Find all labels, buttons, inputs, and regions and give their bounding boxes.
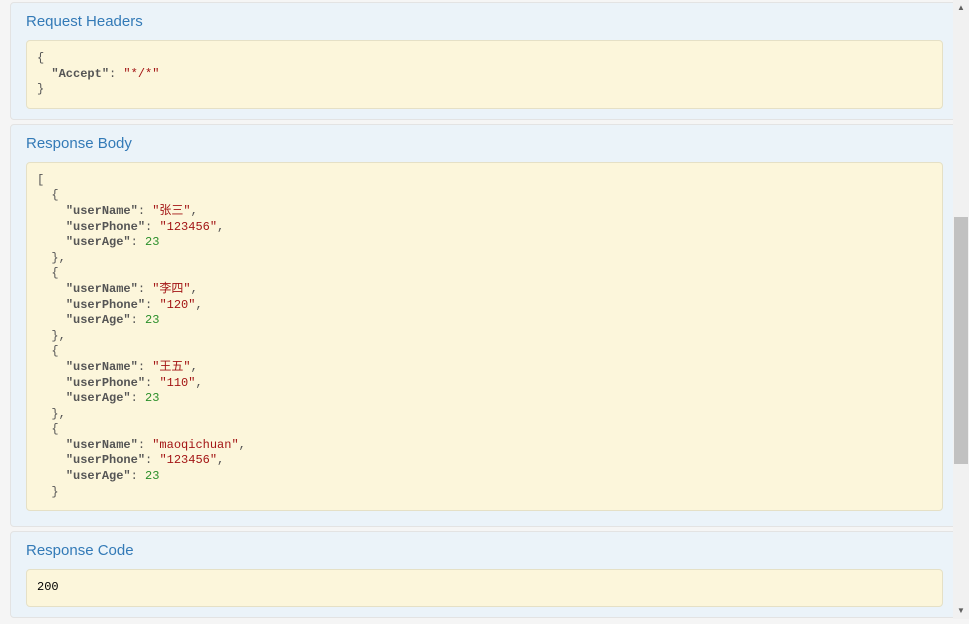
response-body-code[interactable]: [ { "userName": "张三", "userPhone": "1234… — [26, 162, 943, 511]
request-headers-title: Request Headers — [11, 3, 958, 40]
page-scrollbar-thumb[interactable] — [954, 217, 968, 465]
response-code-value[interactable]: 200 — [26, 569, 943, 607]
request-headers-section: Request Headers { "Accept": "*/*" } — [10, 2, 959, 120]
scroll-down-arrow-icon[interactable]: ▼ — [953, 603, 969, 619]
page-scrollbar[interactable]: ▲ ▼ — [953, 0, 969, 619]
response-code-title: Response Code — [11, 532, 958, 569]
response-body-title: Response Body — [11, 125, 958, 162]
scroll-up-arrow-icon[interactable]: ▲ — [953, 0, 969, 16]
request-headers-code[interactable]: { "Accept": "*/*" } — [26, 40, 943, 109]
response-body-section: Response Body [ { "userName": "张三", "use… — [10, 124, 959, 527]
response-code-section: Response Code 200 — [10, 531, 959, 618]
